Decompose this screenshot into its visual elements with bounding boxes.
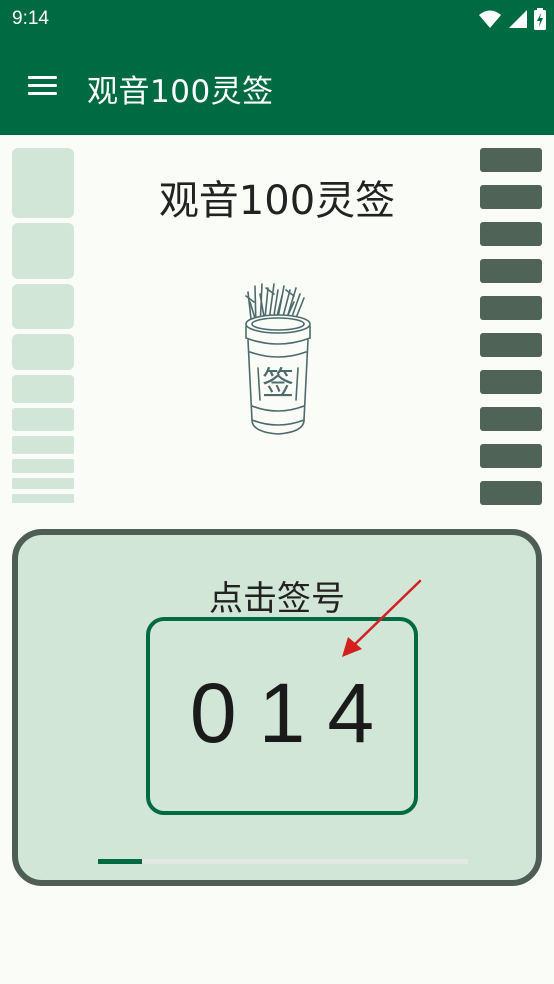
left-block — [12, 408, 74, 431]
right-block — [480, 222, 542, 246]
hamburger-menu-icon[interactable] — [28, 74, 58, 98]
right-block — [480, 296, 542, 320]
fortune-number-button[interactable]: 014 — [146, 617, 418, 815]
right-block — [480, 444, 542, 468]
status-bar: 9:14 — [0, 0, 554, 38]
status-icons — [478, 6, 546, 32]
fortune-number: 014 — [189, 666, 397, 760]
wifi-icon — [479, 10, 501, 28]
right-block — [480, 148, 542, 172]
app-title: 观音100灵签 — [87, 74, 274, 110]
status-time: 9:14 — [12, 8, 49, 29]
progress-fill — [98, 859, 143, 864]
tube-label: 签 — [262, 364, 294, 402]
right-block — [480, 481, 542, 505]
right-block — [480, 185, 542, 209]
right-block — [480, 370, 542, 394]
left-block — [12, 459, 74, 473]
signal-icon — [509, 10, 527, 28]
left-block — [12, 375, 74, 403]
right-block — [480, 259, 542, 283]
left-block — [12, 334, 74, 370]
right-block — [480, 333, 542, 357]
left-block — [12, 478, 74, 489]
left-block — [12, 284, 74, 329]
app-bar: 观音100灵签 — [0, 38, 554, 135]
page-title: 观音100灵签 — [158, 178, 396, 224]
draw-panel: 点击签号 014 — [12, 529, 542, 886]
battery-icon — [534, 8, 546, 30]
left-block — [12, 436, 74, 454]
left-block — [12, 223, 74, 279]
tap-number-label: 点击签号 — [209, 579, 345, 619]
left-block — [12, 148, 74, 218]
progress-bar — [98, 859, 468, 864]
left-block — [12, 494, 74, 503]
right-block — [480, 407, 542, 431]
fortune-tube-icon[interactable]: 签 — [238, 280, 318, 440]
